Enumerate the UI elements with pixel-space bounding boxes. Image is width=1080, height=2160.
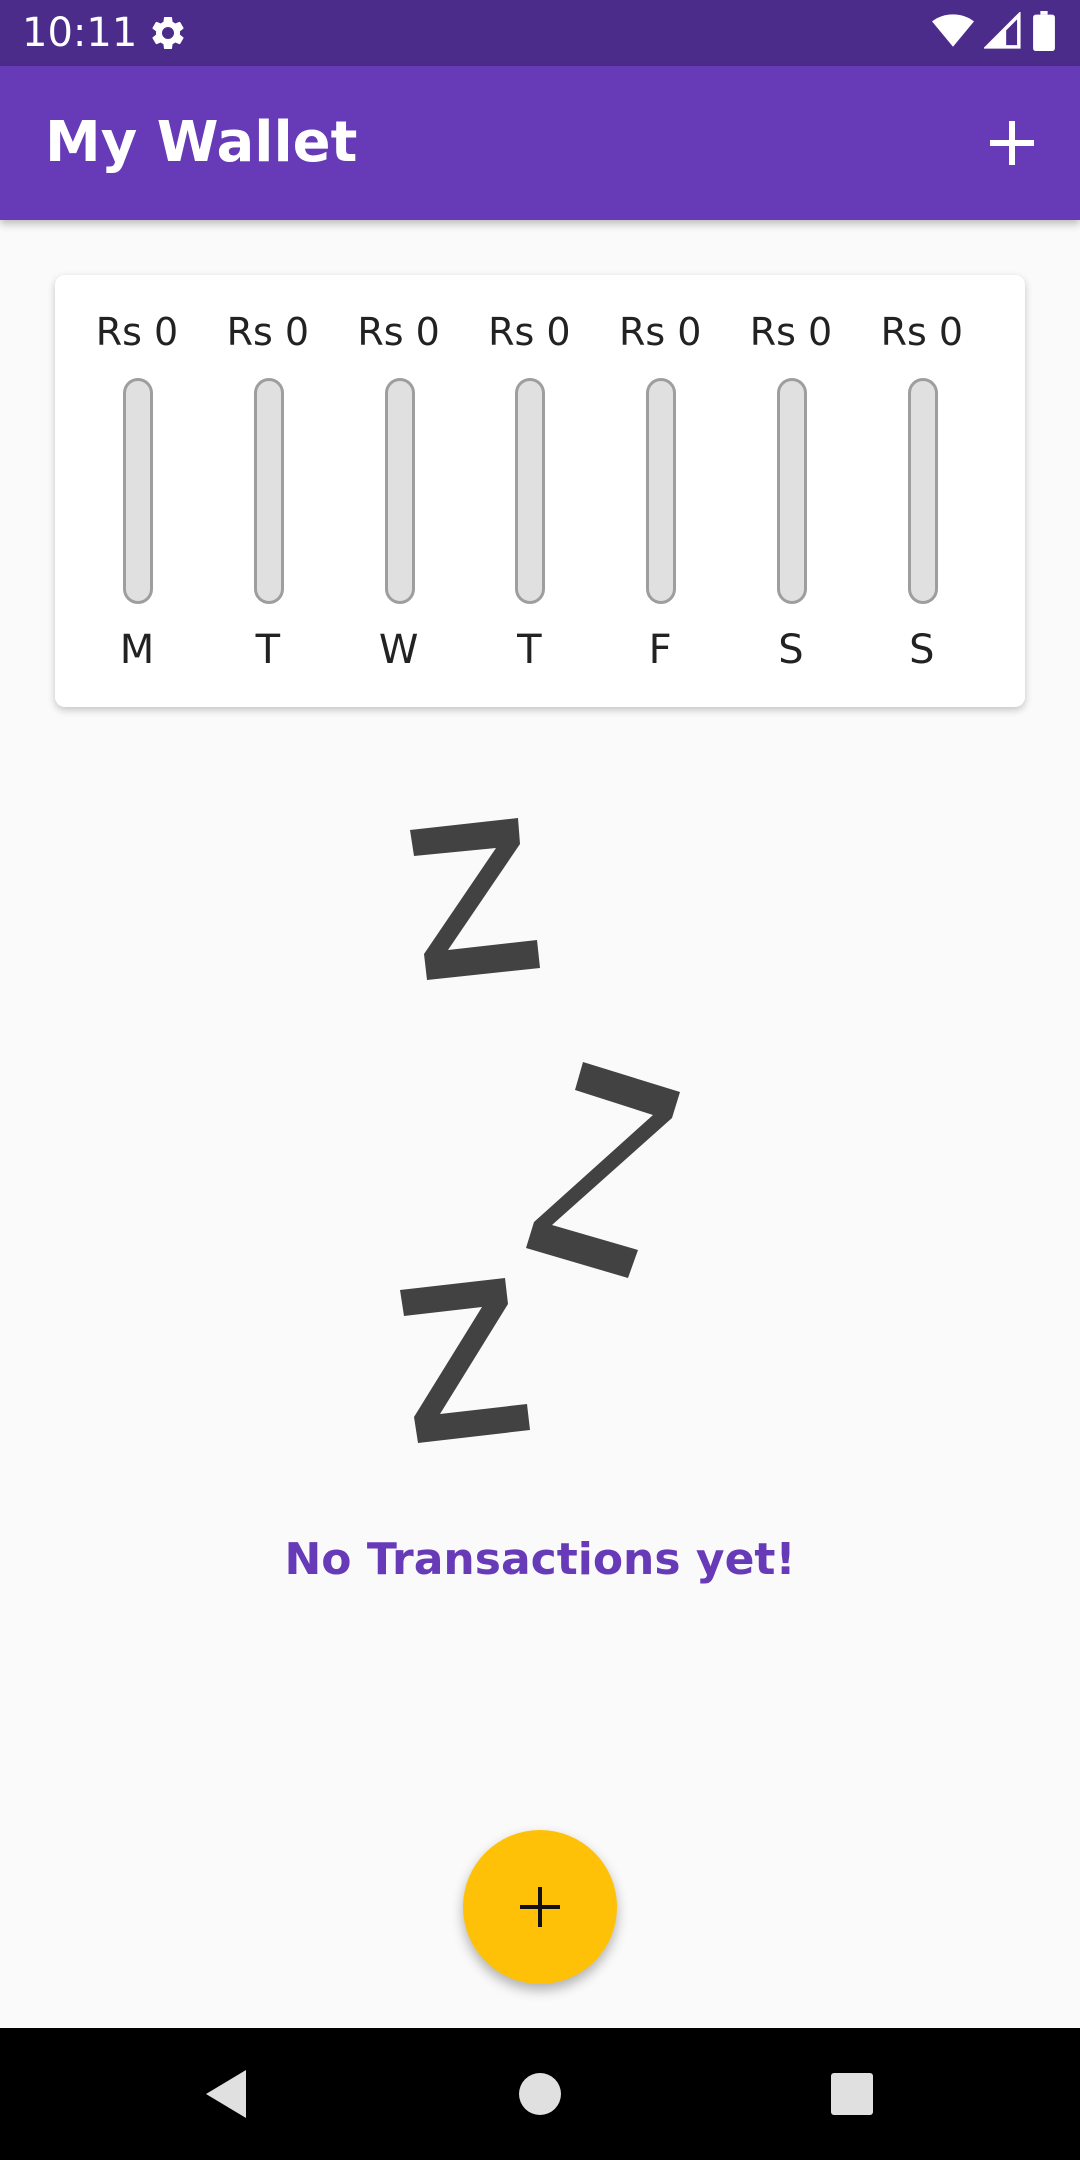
day-spending-bar (777, 378, 807, 604)
recents-icon[interactable] (822, 2064, 882, 2124)
chart-day-column: Rs 0 W (334, 275, 464, 707)
navigation-bar (0, 2028, 1080, 2160)
chart-day-column: Rs 0 S (726, 275, 856, 707)
back-icon[interactable] (198, 2064, 258, 2124)
day-amount: Rs 0 (749, 310, 833, 354)
app-bar: My Wallet (0, 66, 1080, 220)
day-label: T (517, 627, 542, 673)
day-spending-bar (515, 378, 546, 604)
day-amount: Rs 0 (357, 310, 440, 354)
day-label: M (119, 627, 155, 673)
day-amount: Rs 0 (618, 310, 702, 354)
day-label: F (648, 627, 672, 673)
day-label: S (778, 627, 804, 673)
wifi-icon (932, 13, 974, 53)
day-amount: Rs 0 (226, 310, 310, 354)
day-label: T (255, 627, 281, 673)
battery-icon (1032, 11, 1056, 55)
day-spending-bar (907, 378, 938, 604)
day-label: S (909, 627, 935, 673)
signal-icon (982, 10, 1022, 54)
status-bar: 10:11 (0, 0, 1080, 66)
chart-day-column: Rs 0 S (857, 275, 987, 707)
plus-icon (520, 1887, 560, 1927)
add-transaction-button[interactable] (972, 103, 1052, 183)
app-title: My Wallet (45, 110, 358, 175)
gear-icon (148, 13, 188, 53)
day-label: W (378, 627, 419, 673)
chart-day-column: Rs 0 T (203, 275, 333, 707)
zzz-sleeping-illustration (400, 818, 680, 1443)
status-time: 10:11 (22, 10, 138, 56)
day-spending-bar (253, 378, 284, 604)
empty-message: No Transactions yet! (284, 1534, 796, 1585)
day-spending-bar (384, 378, 415, 604)
day-amount: Rs 0 (95, 310, 179, 354)
day-amount: Rs 0 (488, 310, 571, 354)
day-amount: Rs 0 (880, 310, 964, 354)
day-spending-bar (123, 378, 153, 604)
chart-day-column: Rs 0 T (464, 275, 594, 707)
chart-day-column: Rs 0 F (595, 275, 725, 707)
chart-day-column: Rs 0 M (72, 275, 202, 707)
weekly-chart-card: Rs 0 M Rs 0 T Rs 0 W Rs 0 T Rs 0 F Rs 0 S Rs 0 S (55, 275, 1025, 707)
plus-icon (990, 121, 1034, 165)
fab-add-button[interactable] (463, 1830, 617, 1984)
day-spending-bar (646, 378, 677, 604)
home-icon[interactable] (510, 2064, 570, 2124)
